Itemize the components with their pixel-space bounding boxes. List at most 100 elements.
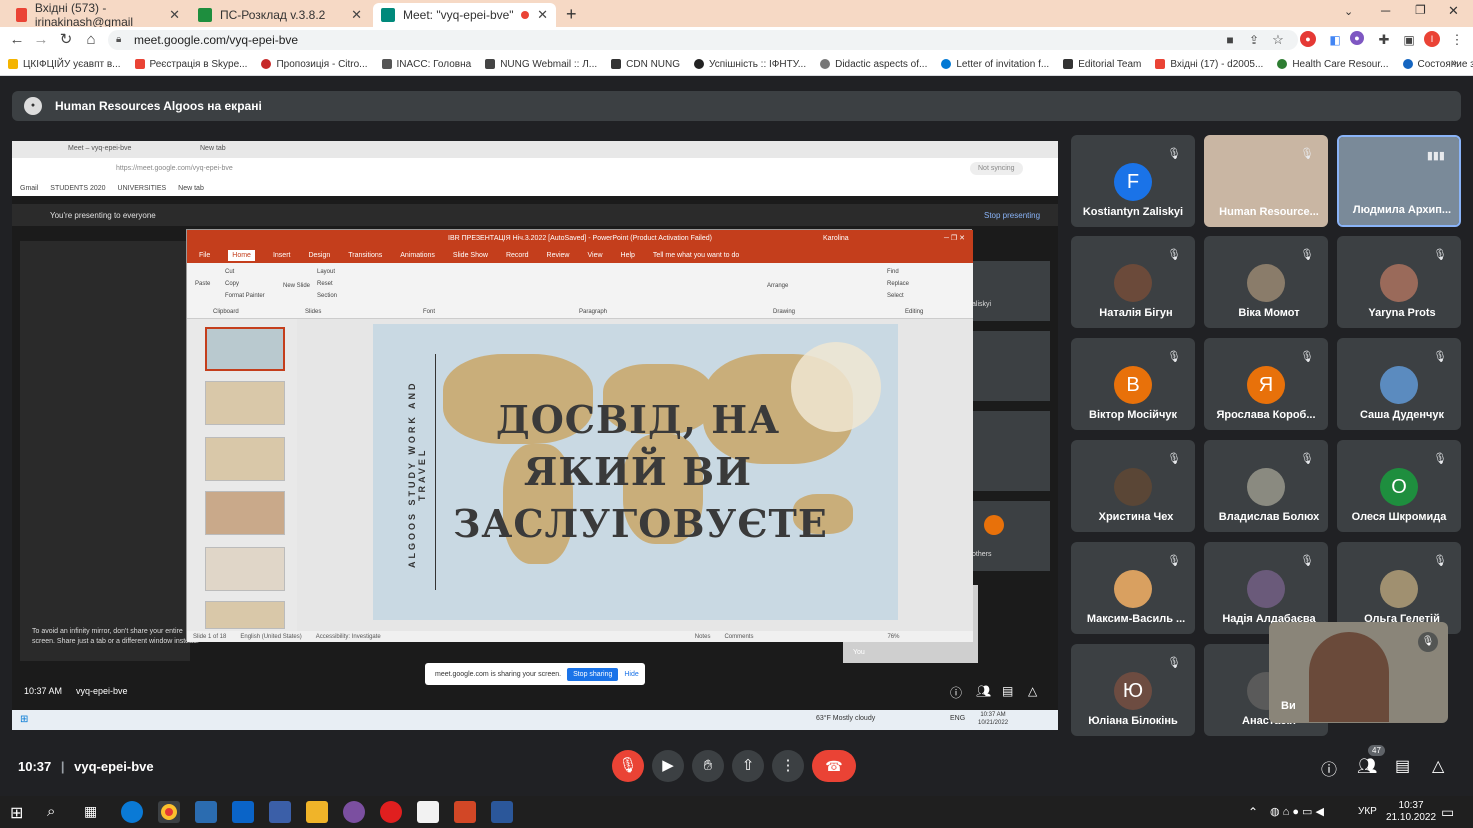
participant-tile[interactable]: В 🎙︎ Віктор Мосійчук <box>1071 338 1195 430</box>
participant-name: Kostiantyn Zaliskyi <box>1082 206 1184 218</box>
language-indicator[interactable]: УКР <box>1358 806 1377 817</box>
raise-hand-button[interactable]: ✋︎ <box>692 750 724 782</box>
tray-icons[interactable]: ◍ ⌂ ● ▭ ◀︎ <box>1270 805 1324 818</box>
participant-tile[interactable]: О 🎙︎ Олеся Шкромида <box>1337 440 1461 532</box>
participant-tile[interactable]: ▮▮▮ Людмила Архип... <box>1337 135 1461 227</box>
people-icon[interactable]: 👥︎ <box>1357 756 1377 776</box>
new-tab-icon[interactable]: + <box>566 4 577 25</box>
participant-tile[interactable]: 🎙︎ Віка Момот <box>1204 236 1328 328</box>
stop-presenting-link: Stop presenting <box>984 211 1041 220</box>
puzzle-icon[interactable]: ✚ <box>1375 31 1393 49</box>
participant-tile[interactable]: 🎙︎ Ольга Гелетій <box>1337 542 1461 634</box>
notifications-icon[interactable]: ▭ <box>1441 804 1454 821</box>
tab-schedule[interactable]: ПС-Розклад v.3.8.2 ✕ <box>190 3 370 27</box>
tab-gmail[interactable]: Вхідні (573) - irinakinash@gmail ✕ <box>8 1 188 29</box>
extension-icon[interactable]: ● <box>1350 31 1364 45</box>
edge-icon[interactable] <box>121 801 143 823</box>
extension-icon[interactable]: ● <box>1300 31 1316 47</box>
recording-dot-icon <box>521 11 530 19</box>
more-options-button[interactable]: ⋮ <box>772 750 804 782</box>
bookmark[interactable]: Реєстрація в Skype... <box>134 59 247 70</box>
participant-tile[interactable]: F 🎙︎ Kostiantyn Zaliskyi <box>1071 135 1195 227</box>
address-bar[interactable]: 🔒︎ meet.google.com/vyq-epei-bve <box>108 30 1298 50</box>
gmail-icon <box>1155 59 1166 69</box>
home-icon[interactable]: ⌂ <box>82 31 100 49</box>
inner-time: 10:37 AM <box>24 686 63 696</box>
share-icon[interactable]: ⇪ <box>1245 31 1263 49</box>
participant-tile[interactable]: 🎙︎ Владислав Болюх <box>1204 440 1328 532</box>
word-icon[interactable] <box>491 801 513 823</box>
tab-title: Вхідні (573) - irinakinash@gmail <box>34 1 134 29</box>
viber-icon[interactable] <box>343 801 365 823</box>
bookmark[interactable]: Состояние здоровья <box>1402 59 1473 70</box>
participant-tile[interactable]: 🎙︎ Максим-Василь ... <box>1071 542 1195 634</box>
tray-chevron-icon[interactable]: ⌃ <box>1248 805 1258 819</box>
translate-icon[interactable]: ◧ <box>1326 31 1344 49</box>
bookmark[interactable]: Health Care Resour... <box>1277 59 1389 70</box>
close-tab-icon[interactable]: ✕ <box>537 7 548 23</box>
powerpoint-window: IBR ПРЕЗЕНТАЦІЯ Ніч.3.2022 [AutoSaved] -… <box>186 229 973 642</box>
mic-off-icon: 🎙︎ <box>1167 555 1181 567</box>
windows-start-icon[interactable]: ⊞ <box>10 803 23 823</box>
leave-call-button[interactable]: ☎︎ <box>812 750 856 782</box>
participant-tile[interactable]: 🎙︎ Саша Дуденчук <box>1337 338 1461 430</box>
camera-icon[interactable]: ■ <box>1221 31 1239 49</box>
close-tab-icon[interactable]: ✕ <box>351 7 362 23</box>
self-view[interactable]: Ви 🎙︎ <box>1269 622 1448 723</box>
activities-icon[interactable]: △ <box>1432 756 1444 776</box>
notepad-icon[interactable] <box>417 801 439 823</box>
task-view-icon[interactable]: ▦ <box>84 803 97 820</box>
participant-tile[interactable]: Я 🎙︎ Ярослава Короб... <box>1204 338 1328 430</box>
info-icon[interactable]: ⓘ <box>1321 756 1337 780</box>
bookmark[interactable]: Пропозиція - Citro... <box>261 59 368 70</box>
ppt-copy: Copy <box>225 281 240 287</box>
tab-search-icon[interactable]: ⌄ <box>1344 5 1353 18</box>
tab-meet[interactable]: Meet: "vyq-epei-bve" ✕ <box>373 3 556 27</box>
sidebar-icon[interactable]: ▣ <box>1400 31 1418 49</box>
bookmark[interactable]: Editorial Team <box>1063 59 1141 70</box>
ppt-select: Select <box>887 293 904 299</box>
more-bookmarks-icon[interactable]: » <box>1451 57 1457 69</box>
mic-toggle-button[interactable]: 🎙︎ <box>612 750 644 782</box>
minimize-icon[interactable]: ─ <box>1381 3 1390 18</box>
bookmark[interactable]: INACC: Головна <box>381 59 471 70</box>
bookmark[interactable]: Вхідні (17) - d2005... <box>1155 59 1263 70</box>
search-icon[interactable]: ⌕ <box>47 803 55 820</box>
close-tab-icon[interactable]: ✕ <box>169 7 180 23</box>
ppt-arrange: Arrange <box>767 283 789 289</box>
chrome-icon[interactable] <box>158 801 180 823</box>
reload-icon[interactable]: ↻ <box>57 31 75 49</box>
participant-tile[interactable]: 🎙︎ Христина Чех <box>1071 440 1195 532</box>
camera-toggle-button[interactable]: ▶ <box>652 750 684 782</box>
present-button[interactable]: ⇧ <box>732 750 764 782</box>
bookmark[interactable]: Letter of invitation f... <box>941 59 1049 70</box>
maximize-icon[interactable]: ❐ <box>1415 3 1426 17</box>
store-icon[interactable] <box>195 801 217 823</box>
forward-icon[interactable]: → <box>32 31 50 49</box>
system-clock[interactable]: 10:37 21.10.2022 <box>1386 800 1436 824</box>
participant-tile[interactable]: 🎙︎ Human Resource... <box>1204 135 1328 227</box>
mail-icon[interactable] <box>232 801 254 823</box>
participant-tile[interactable]: Ю 🎙︎ Юліана Білокінь <box>1071 644 1195 736</box>
bookmark[interactable]: CDN NUNG <box>611 59 680 70</box>
avatar[interactable]: I <box>1424 31 1440 47</box>
powerpoint-icon[interactable] <box>454 801 476 823</box>
menu-icon[interactable]: ⋮ <box>1448 31 1466 49</box>
folder-icon[interactable] <box>306 801 328 823</box>
chat-icon[interactable]: ▤ <box>1395 756 1410 776</box>
bookmark[interactable]: Успішність :: ІФНТУ... <box>694 59 806 70</box>
bookmark-star-icon[interactable]: ☆ <box>1269 31 1287 49</box>
participant-tile[interactable]: 🎙︎ Надія Алдабаєва <box>1204 542 1328 634</box>
bookmark[interactable]: Didactic aspects of... <box>820 59 927 70</box>
mic-off-icon[interactable]: 🎙︎ <box>1418 632 1438 652</box>
participant-tile[interactable]: 🎙︎ Yaryna Prots <box>1337 236 1461 328</box>
participant-tile[interactable]: 🎙︎ Наталія Бігун <box>1071 236 1195 328</box>
tab-title: Meet: "vyq-epei-bve" <box>403 8 514 22</box>
inner-lang: ENG <box>950 715 966 722</box>
close-window-icon[interactable]: ✕ <box>1448 3 1459 19</box>
bookmark[interactable]: ЦКІФЦІЙУ уєавпт в... <box>8 59 121 70</box>
opera-icon[interactable] <box>380 801 402 823</box>
bookmark[interactable]: NUNG Webmail :: Л... <box>485 59 597 70</box>
back-icon[interactable]: ← <box>8 31 26 49</box>
save-icon[interactable] <box>269 801 291 823</box>
